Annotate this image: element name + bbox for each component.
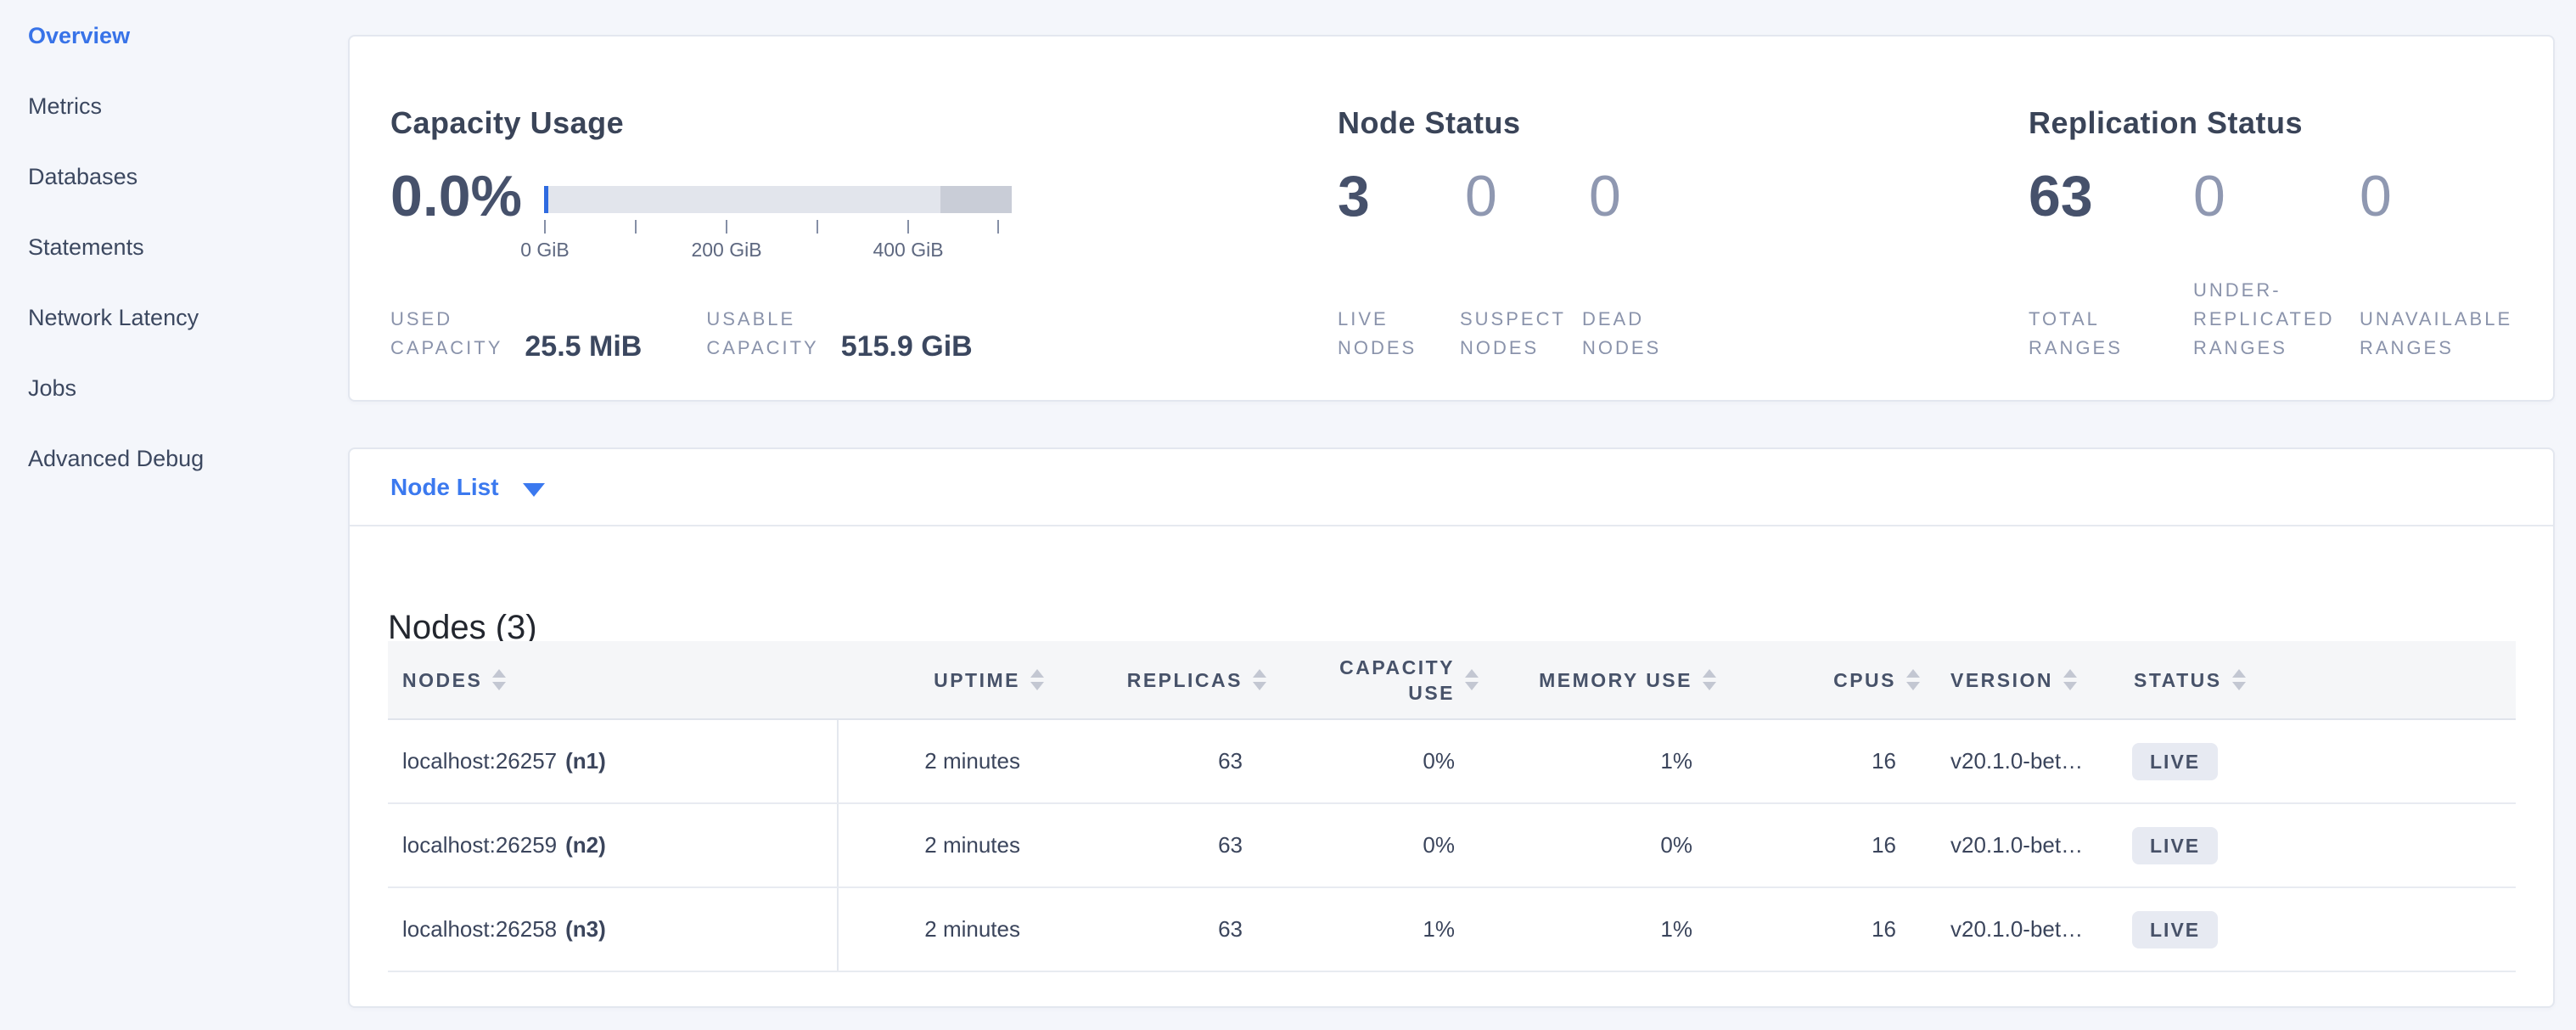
axis-tick (544, 220, 546, 234)
column-header-nodes[interactable]: NODES (388, 641, 839, 718)
status-cell: LIVE (2132, 888, 2516, 971)
memory-use-cell: 1% (1504, 720, 1742, 802)
usable-capacity-label: USABLE CAPACITY (706, 305, 818, 363)
replicas-cell: 63 (1069, 720, 1292, 802)
status-cell: LIVE (2132, 804, 2516, 886)
sort-icon (1906, 669, 1920, 690)
table-row: localhost:26259(n2) 2 minutes 63 0% 0% 1… (388, 804, 2516, 888)
unavailable-label: UNAVAILABLERANGES (2360, 305, 2512, 363)
node-address-cell: localhost:26258(n3) (388, 888, 839, 971)
suspect-nodes-count: 0 (1465, 166, 1497, 227)
column-header-status[interactable]: STATUS (2132, 641, 2516, 718)
version-cell: v20.1.0-bet… (1945, 804, 2132, 886)
capacity-bar-used (544, 186, 548, 213)
sort-icon (1703, 669, 1716, 690)
status-cell: LIVE (2132, 720, 2516, 802)
axis-label: 0 GiB (469, 239, 621, 262)
column-header-uptime[interactable]: UPTIME (839, 641, 1069, 718)
suspect-nodes-label: SUSPECTNODES (1460, 305, 1566, 363)
column-header-memory-use[interactable]: MEMORY USE (1504, 641, 1742, 718)
version-cell: v20.1.0-bet… (1945, 888, 2132, 971)
axis-label: 200 GiB (650, 239, 803, 262)
replicas-cell: 63 (1069, 888, 1292, 971)
replication-status-title: Replication Status (2029, 105, 2303, 141)
cluster-summary-card: Capacity Usage Node Status Replication S… (348, 35, 2555, 402)
table-row: localhost:26257(n1) 2 minutes 63 0% 1% 1… (388, 720, 2516, 804)
nodes-table: NODES UPTIME REPLICAS CAPACITY USE MEMOR… (388, 641, 2516, 972)
column-header-cpus[interactable]: CPUS (1742, 641, 1945, 718)
column-header-version[interactable]: VERSION (1945, 641, 2132, 718)
total-ranges-label: TOTALRANGES (2029, 305, 2123, 363)
sidebar-item-overview[interactable]: Overview (28, 23, 317, 48)
memory-use-cell: 1% (1504, 888, 1742, 971)
cpus-cell: 16 (1742, 720, 1945, 802)
dead-nodes-label: DEADNODES (1582, 305, 1661, 363)
dead-nodes-count: 0 (1589, 166, 1621, 227)
uptime-cell: 2 minutes (839, 804, 1069, 886)
usable-capacity-value: 515.9 GiB (841, 330, 973, 363)
capacity-use-cell: 0% (1292, 720, 1504, 802)
sidebar: Overview Metrics Databases Statements Ne… (28, 23, 317, 516)
sidebar-item-jobs[interactable]: Jobs (28, 375, 317, 401)
sort-icon (1253, 669, 1266, 690)
sort-icon (2063, 669, 2077, 690)
axis-tick (726, 220, 727, 234)
axis-tick (635, 220, 637, 234)
memory-use-cell: 0% (1504, 804, 1742, 886)
sidebar-item-databases[interactable]: Databases (28, 164, 317, 189)
capacity-usage-title: Capacity Usage (390, 105, 624, 141)
axis-tick (997, 220, 999, 234)
under-replicated-count: 0 (2193, 166, 2225, 227)
used-capacity-value: 25.5 MiB (525, 330, 642, 363)
sidebar-item-advanced-debug[interactable]: Advanced Debug (28, 446, 317, 471)
sidebar-item-metrics[interactable]: Metrics (28, 93, 317, 119)
axis-tick (907, 220, 909, 234)
chevron-down-icon (523, 483, 545, 497)
version-cell: v20.1.0-bet… (1945, 720, 2132, 802)
used-capacity-label: USED CAPACITY (390, 305, 502, 363)
axis-label: 400 GiB (832, 239, 985, 262)
node-address-cell: localhost:26257(n1) (388, 720, 839, 802)
table-row: localhost:26258(n3) 2 minutes 63 1% 1% 1… (388, 888, 2516, 972)
capacity-bar-axis (544, 220, 1012, 237)
sidebar-item-network-latency[interactable]: Network Latency (28, 305, 317, 330)
uptime-cell: 2 minutes (839, 720, 1069, 802)
sort-icon (492, 669, 506, 690)
sort-icon (2232, 669, 2246, 690)
node-address-cell: localhost:26259(n2) (388, 804, 839, 886)
status-badge: LIVE (2132, 827, 2218, 864)
capacity-use-cell: 1% (1292, 888, 1504, 971)
under-replicated-label: UNDER-REPLICATEDRANGES (2193, 276, 2335, 363)
capacity-bar (544, 186, 1012, 213)
node-status-title: Node Status (1338, 105, 1521, 141)
nodes-table-header: NODES UPTIME REPLICAS CAPACITY USE MEMOR… (388, 641, 2516, 720)
node-list-card: Node List Nodes (3) NODES UPTIME REPLICA… (348, 447, 2555, 1008)
column-header-replicas[interactable]: REPLICAS (1069, 641, 1292, 718)
node-list-dropdown[interactable]: Node List (350, 449, 2553, 526)
column-header-capacity-use[interactable]: CAPACITY USE (1292, 641, 1504, 718)
live-nodes-label: LIVENODES (1338, 305, 1417, 363)
capacity-used-percent: 0.0% (390, 166, 522, 227)
total-ranges-count: 63 (2029, 166, 2093, 227)
cpus-cell: 16 (1742, 804, 1945, 886)
sort-icon (1030, 669, 1044, 690)
uptime-cell: 2 minutes (839, 888, 1069, 971)
sort-icon (1465, 669, 1479, 690)
capacity-bar-reserved (940, 186, 1012, 213)
status-badge: LIVE (2132, 743, 2218, 780)
node-list-dropdown-label: Node List (390, 475, 499, 500)
capacity-axis-labels: 0 GiB 200 GiB 400 GiB (544, 239, 1012, 262)
capacity-bar-chart: 0 GiB 200 GiB 400 GiB (544, 186, 1012, 262)
unavailable-count: 0 (2360, 166, 2392, 227)
live-nodes-count: 3 (1338, 166, 1370, 227)
axis-tick (817, 220, 818, 234)
cpus-cell: 16 (1742, 888, 1945, 971)
sidebar-item-statements[interactable]: Statements (28, 234, 317, 260)
capacity-use-cell: 0% (1292, 804, 1504, 886)
replicas-cell: 63 (1069, 804, 1292, 886)
capacity-stats: USED CAPACITY 25.5 MiB USABLE CAPACITY 5… (390, 305, 973, 363)
status-badge: LIVE (2132, 911, 2218, 948)
